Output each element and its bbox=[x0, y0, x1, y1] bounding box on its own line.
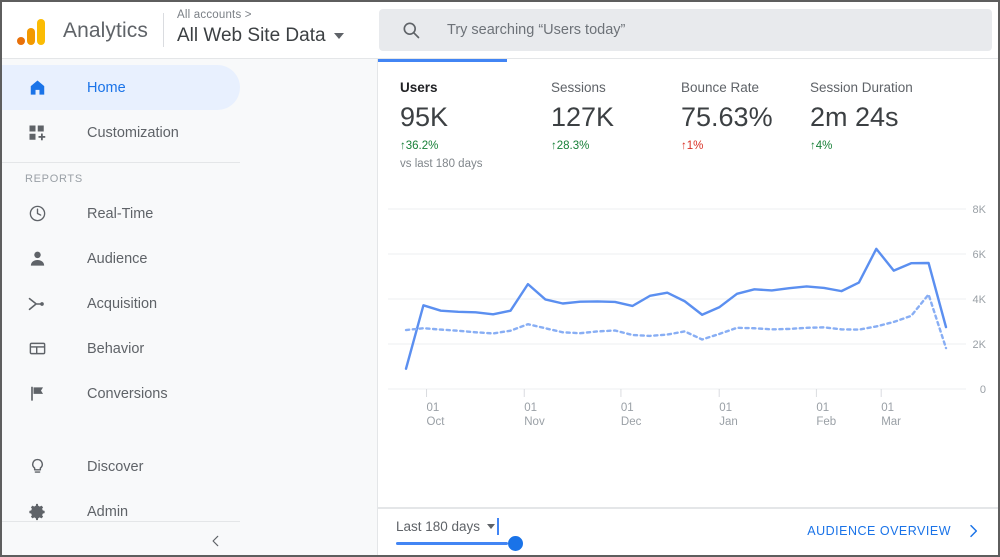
svg-text:Feb: Feb bbox=[816, 416, 836, 428]
metric-session-duration[interactable]: Session Duration 2m 24s ↑4% bbox=[788, 79, 948, 172]
svg-text:01: 01 bbox=[524, 402, 537, 414]
svg-text:Nov: Nov bbox=[524, 416, 545, 428]
metric-users[interactable]: Users 95K ↑36.2% vs last 180 days bbox=[378, 79, 529, 172]
metric-value: 127K bbox=[551, 102, 615, 132]
date-range-slider[interactable] bbox=[396, 536, 523, 551]
card-footer: Last 180 days AUDIENCE OVERVIEW bbox=[377, 508, 998, 555]
metric-delta-value: 1% bbox=[686, 140, 704, 152]
slider-tick bbox=[497, 518, 499, 535]
metric-label: Users bbox=[400, 80, 438, 95]
sidebar-item-audience[interactable]: Audience bbox=[2, 236, 240, 281]
chevron-left-icon[interactable] bbox=[206, 531, 226, 551]
account-name-text: All Web Site Data bbox=[177, 25, 326, 46]
svg-text:8K: 8K bbox=[973, 204, 987, 216]
users-line-chart[interactable]: 0 2K 4K 6K 8K 01 Oct 01 Nov 01 Dec 01 Jan 01 Feb 01 Mar bbox=[378, 189, 998, 459]
svg-text:Oct: Oct bbox=[427, 416, 446, 428]
metrics-row: Users 95K ↑36.2% vs last 180 days Sessio… bbox=[378, 79, 998, 172]
metric-delta: ↑1% bbox=[681, 138, 788, 154]
sidebar-item-label: Customization bbox=[87, 124, 179, 141]
brand-divider bbox=[163, 13, 164, 47]
person-icon bbox=[25, 247, 49, 271]
customization-icon bbox=[25, 121, 49, 145]
sidebar: Home Customization REPORTS Real-Time Aud… bbox=[2, 59, 377, 555]
metric-compare: vs last 180 days bbox=[400, 158, 483, 170]
sidebar-item-real-time[interactable]: Real-Time bbox=[2, 191, 240, 236]
svg-text:6K: 6K bbox=[973, 249, 987, 261]
sidebar-section-reports: REPORTS bbox=[25, 173, 83, 185]
metric-delta-value: 28.3% bbox=[556, 140, 590, 152]
search-input[interactable] bbox=[445, 21, 929, 39]
metric-delta: ↑4% bbox=[810, 138, 948, 154]
metric-bounce-rate[interactable]: Bounce Rate 75.63% ↑1% bbox=[659, 79, 788, 172]
metric-value: 2m 24s bbox=[810, 102, 899, 132]
audience-overview-link[interactable]: AUDIENCE OVERVIEW bbox=[807, 523, 981, 539]
svg-text:Mar: Mar bbox=[881, 416, 901, 428]
sidebar-item-label: Acquisition bbox=[87, 295, 158, 312]
brand[interactable]: Analytics bbox=[16, 11, 148, 51]
top-bar: Analytics All accounts > All Web Site Da… bbox=[2, 2, 998, 59]
account-name: All Web Site Data bbox=[177, 23, 344, 49]
svg-text:01: 01 bbox=[881, 402, 894, 414]
flag-icon bbox=[25, 382, 49, 406]
sidebar-item-label: Real-Time bbox=[87, 205, 154, 222]
acquisition-icon bbox=[25, 292, 49, 316]
svg-text:01: 01 bbox=[427, 402, 440, 414]
sidebar-item-discover[interactable]: Discover bbox=[2, 444, 240, 489]
chart-svg: 0 2K 4K 6K 8K 01 Oct 01 Nov 01 Dec 01 Jan 01 Feb 01 Mar bbox=[388, 204, 987, 428]
sidebar-divider bbox=[2, 162, 240, 163]
sidebar-item-acquisition[interactable]: Acquisition bbox=[2, 281, 240, 326]
audience-overview-label: AUDIENCE OVERVIEW bbox=[807, 524, 951, 538]
sidebar-item-home[interactable]: Home bbox=[2, 65, 240, 110]
date-range-label: Last 180 days bbox=[396, 519, 481, 534]
svg-text:2K: 2K bbox=[973, 339, 987, 351]
slider-handle[interactable] bbox=[508, 536, 523, 551]
svg-text:01: 01 bbox=[816, 402, 829, 414]
svg-text:Jan: Jan bbox=[719, 416, 738, 428]
sidebar-item-label: Admin bbox=[87, 503, 129, 520]
clock-icon bbox=[25, 202, 49, 226]
svg-text:4K: 4K bbox=[973, 294, 987, 306]
search-bar[interactable] bbox=[379, 9, 992, 51]
metric-delta: ↑28.3% bbox=[551, 138, 659, 154]
gear-icon bbox=[25, 500, 49, 524]
metric-value: 95K bbox=[400, 102, 449, 132]
metric-label: Bounce Rate bbox=[681, 80, 760, 95]
sidebar-item-label: Audience bbox=[87, 250, 148, 267]
metric-value: 75.63% bbox=[681, 102, 773, 132]
sidebar-footer bbox=[2, 521, 240, 555]
sidebar-item-label: Behavior bbox=[87, 340, 145, 357]
metric-label: Sessions bbox=[551, 80, 606, 95]
home-icon bbox=[25, 76, 49, 100]
users-overview-card: Users 95K ↑36.2% vs last 180 days Sessio… bbox=[377, 59, 998, 508]
account-selector[interactable]: All accounts > All Web Site Data bbox=[177, 8, 344, 49]
svg-text:0: 0 bbox=[980, 384, 986, 396]
search-icon bbox=[401, 20, 421, 40]
google-analytics-window: Analytics All accounts > All Web Site Da… bbox=[0, 0, 1000, 557]
chevron-down-icon[interactable] bbox=[333, 33, 344, 39]
metric-delta-value: 4% bbox=[815, 140, 833, 152]
chevron-down-icon[interactable] bbox=[487, 524, 496, 529]
svg-text:Dec: Dec bbox=[621, 416, 642, 428]
brand-name: Analytics bbox=[63, 19, 148, 42]
sidebar-item-label: Discover bbox=[87, 458, 144, 475]
metric-label: Session Duration bbox=[810, 80, 913, 95]
breadcrumb: All accounts > bbox=[177, 9, 252, 21]
metric-delta-value: 36.2% bbox=[405, 140, 439, 152]
sidebar-item-behavior[interactable]: Behavior bbox=[2, 326, 240, 371]
google-analytics-logo bbox=[16, 17, 50, 45]
active-tab-indicator bbox=[378, 59, 507, 62]
lightbulb-icon bbox=[25, 455, 49, 479]
chevron-right-icon[interactable] bbox=[965, 523, 981, 539]
sidebar-item-label: Conversions bbox=[87, 385, 168, 402]
sidebar-item-customization[interactable]: Customization bbox=[2, 110, 240, 155]
sidebar-item-conversions[interactable]: Conversions bbox=[2, 371, 240, 416]
behavior-icon bbox=[25, 337, 49, 361]
metric-delta: ↑36.2% bbox=[400, 138, 529, 154]
svg-text:01: 01 bbox=[621, 402, 634, 414]
sidebar-item-label: Home bbox=[87, 79, 126, 96]
date-range-selector[interactable]: Last 180 days bbox=[396, 519, 496, 534]
metric-sessions[interactable]: Sessions 127K ↑28.3% bbox=[529, 79, 659, 172]
svg-text:01: 01 bbox=[719, 402, 732, 414]
